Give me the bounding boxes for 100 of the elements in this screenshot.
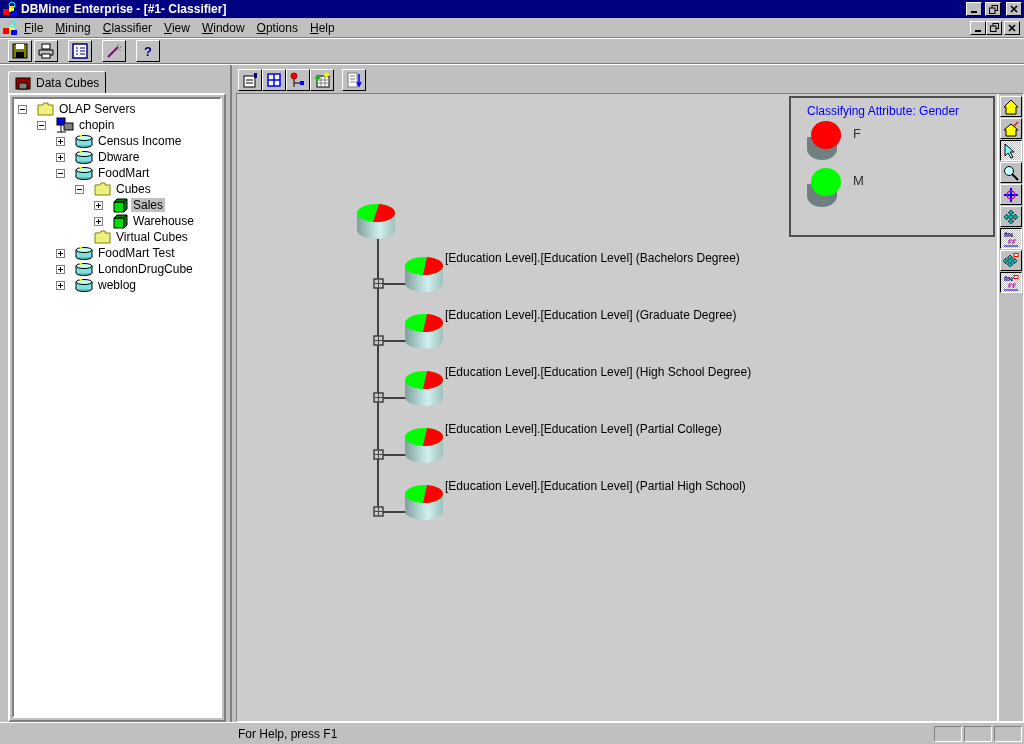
status-pane [994,725,1022,742]
menu-item[interactable]: Mining [49,20,97,35]
tree-item[interactable]: chopin [77,118,117,132]
expand-toggle[interactable] [56,264,65,274]
tree-item[interactable]: Warehouse [131,214,196,228]
tree-item[interactable]: Virtual Cubes [114,230,190,244]
expand-toggle[interactable] [56,280,65,290]
tree-item[interactable]: Census Income [96,134,184,148]
list-button[interactable] [68,40,92,62]
node-toggle[interactable] [373,335,384,346]
menu-item[interactable]: Options [250,20,304,35]
legend-label: F [852,126,862,141]
expand-toggle[interactable] [56,152,65,162]
folder-icon [37,102,54,116]
computer-icon [56,117,74,133]
cube-icon [113,213,128,229]
print-button[interactable] [34,40,58,62]
properties-button[interactable] [238,69,262,91]
tree-item[interactable]: Cubes [114,182,153,196]
node-label: [Education Level].[Education Level] (High School Degree) [445,365,752,379]
status-pane [964,725,992,742]
close-icon [1010,5,1018,13]
cylinder-icon[interactable] [355,202,397,240]
move-icon [1003,208,1019,225]
on-off-icon [1003,230,1019,247]
restore-button[interactable] [985,2,1001,16]
folder-icon [94,230,111,244]
sidebar-tab[interactable]: Data Cubes [8,71,107,93]
close-button[interactable] [1006,2,1022,16]
status-text: For Help, press F1 [238,726,339,741]
node-toggle[interactable] [373,392,384,403]
node-label: [Education Level].[Education Level] (Partial High School) [445,479,746,493]
expand-toggle[interactable] [56,136,65,146]
minimize-button[interactable] [970,20,986,35]
tool-button[interactable] [1000,272,1022,293]
list-icon [72,43,88,59]
tree-view-button[interactable] [286,69,310,91]
tree-item[interactable]: OLAP Servers [57,102,138,116]
database-icon [75,278,93,292]
grid-button[interactable] [262,69,286,91]
save-button[interactable] [8,40,32,62]
cube-store-icon [15,75,31,90]
status-pane [934,725,962,742]
tree-item[interactable]: Sales [131,198,166,212]
legend-label: M [852,173,865,188]
node-toggle[interactable] [373,506,384,517]
search-icon [1003,164,1019,181]
tree-item[interactable]: LondonDrugCube [96,262,195,276]
menu-item[interactable]: Classifier [96,20,159,35]
collapse-toggle[interactable] [75,184,84,194]
node-label: [Education Level].[Education Level] (Bachelors Degree) [445,251,740,265]
cylinder-icon[interactable] [403,369,445,407]
properties-icon [242,72,258,88]
tree-item[interactable]: weblog [96,278,139,292]
window-title: DBMiner Enterprise - [#1- Classifier] [21,2,228,16]
database-icon [75,246,93,260]
tool-button[interactable] [1000,228,1022,249]
expand-toggle[interactable] [94,216,103,226]
collapse-toggle[interactable] [56,168,65,178]
menu-item[interactable]: Window [195,20,251,35]
cylinder-icon[interactable] [403,483,445,521]
expand-toggle[interactable] [56,248,65,258]
grid-icon [267,73,281,87]
node-toggle[interactable] [373,278,384,289]
node-label: [Education Level].[Education Level] (Partial College) [445,422,722,436]
database-icon [75,150,93,164]
close-button[interactable] [1004,20,1020,35]
tree-item[interactable]: FoodMart [96,166,152,180]
help-button[interactable]: ? [136,40,160,62]
menu-item[interactable]: Help [303,20,341,35]
rotate-icon [1003,186,1019,203]
printer-icon [38,43,54,59]
database-icon [75,166,93,180]
folder-icon [94,182,111,196]
minimize-icon [975,29,981,32]
restore-button[interactable] [986,20,1002,35]
tree-item[interactable]: Dbware [96,150,142,164]
house-icon [1003,98,1019,115]
node-label: [Education Level].[Education Level] (Graduate Degree) [445,308,737,322]
tree-node-icon [290,72,306,88]
export-button[interactable] [342,69,366,91]
cylinder-icon[interactable] [403,312,445,350]
collapse-toggle[interactable] [37,120,46,130]
expand-toggle[interactable] [94,200,103,210]
wand-icon [106,43,122,59]
table-add-button[interactable] [310,69,334,91]
menu-item[interactable]: File [18,20,50,35]
collapse-toggle[interactable] [18,104,27,114]
database-icon [75,134,93,148]
tree-item[interactable]: FoodMart Test [96,246,177,260]
cylinder-icon[interactable] [403,426,445,464]
table-plus-icon [314,72,330,88]
cylinder-icon[interactable] [403,255,445,293]
restore-icon [988,4,998,14]
tool-button[interactable] [1000,140,1022,161]
wand-button[interactable] [102,40,126,62]
node-toggle[interactable] [373,449,384,460]
minimize-button[interactable] [966,2,982,16]
menu-item[interactable]: View [158,20,196,35]
page-arrow-icon [346,72,362,88]
